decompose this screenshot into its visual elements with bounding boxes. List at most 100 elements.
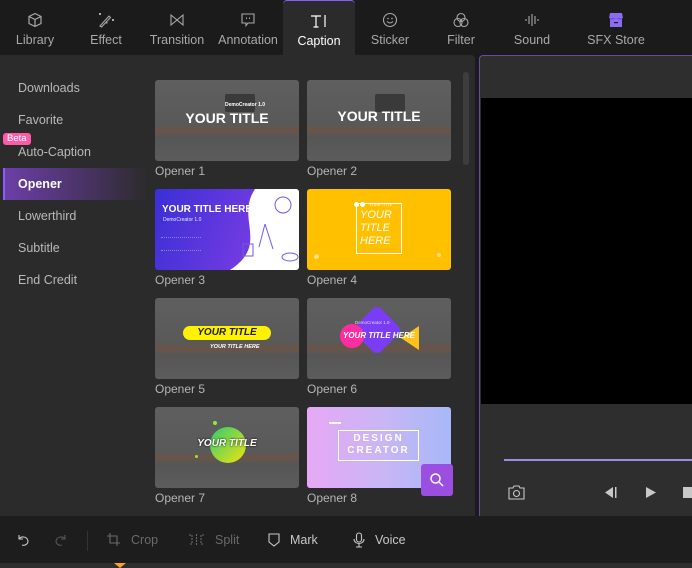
search-icon: [429, 472, 445, 488]
template-card[interactable]: YOUR TITLE YOUR TITLE HERE Opener 4: [307, 189, 451, 287]
template-title: YOUR TITLE HERE: [360, 209, 392, 247]
template-title: YOUR TITLE: [337, 108, 421, 124]
text-cursor-icon: [308, 12, 330, 30]
template-thumbnail: DemoCreator 1.0 YOUR TITLE HERE: [307, 298, 451, 379]
preview-screen: [481, 98, 692, 404]
template-card[interactable]: DemoCreator 1.0 YOUR TITLE Opener 1: [155, 80, 299, 178]
template-title: YOUR TITLE: [197, 438, 257, 449]
template-card[interactable]: YOUR TITLE HERE DemoCreator 1.0 Opener 3: [155, 189, 299, 287]
tab-label: Caption: [297, 34, 341, 48]
mark-button[interactable]: Mark: [268, 516, 318, 563]
undo-icon: [16, 533, 30, 547]
template-name: Opener 4: [307, 273, 358, 287]
category-label: Favorite: [18, 113, 64, 127]
template-subtitle: YOUR TITLE HERE: [210, 344, 260, 350]
stop-icon[interactable]: [683, 487, 692, 498]
waveform-icon: [521, 11, 543, 29]
smiley-icon: [379, 11, 401, 29]
tab-label: Transition: [149, 33, 205, 47]
template-card[interactable]: YOUR TITLE Opener 2: [307, 80, 451, 178]
crop-button[interactable]: Crop: [106, 516, 158, 563]
snapshot-icon[interactable]: [508, 485, 525, 500]
tab-sticker[interactable]: Sticker: [366, 0, 414, 55]
preview-search-button[interactable]: [421, 464, 453, 496]
crop-label: Crop: [131, 532, 159, 547]
tab-sfx-store[interactable]: SFX Store: [586, 0, 646, 55]
category-label: Auto-Caption: [18, 145, 91, 159]
template-card[interactable]: DemoCreator 1.0 YOUR TITLE HERE Opener 6: [307, 298, 451, 396]
magic-wand-icon: [95, 11, 117, 29]
template-card[interactable]: YOUR TITLE YOUR TITLE HERE Opener 5: [155, 298, 299, 396]
template-name: Opener 6: [307, 382, 358, 396]
split-button[interactable]: Split: [188, 516, 239, 563]
template-thumbnail: YOUR TITLE HERE DemoCreator 1.0: [155, 189, 299, 270]
template-title: YOUR TITLE HERE: [162, 204, 253, 215]
template-title: YOUR TITLE: [197, 327, 257, 338]
timeline-strip: [0, 563, 692, 568]
category-label: End Credit: [18, 273, 78, 287]
redo-icon: [54, 533, 68, 547]
template-name: Opener 3: [155, 273, 206, 287]
crop-icon: [106, 532, 121, 547]
tab-transition[interactable]: Transition: [148, 0, 206, 55]
store-icon: [605, 11, 627, 29]
tab-label: Effect: [90, 33, 122, 47]
category-end-credit[interactable]: End Credit: [3, 264, 148, 296]
timeline-playhead[interactable]: [114, 563, 126, 568]
edit-toolbar: Crop Split Mark Voice: [0, 516, 692, 563]
template-name: Opener 1: [155, 164, 206, 178]
mark-label: Mark: [290, 532, 318, 547]
split-label: Split: [215, 532, 240, 547]
caption-library-panel: Downloads Favorite Auto-Caption Beta Ope…: [0, 55, 475, 516]
tab-sound[interactable]: Sound: [510, 0, 554, 55]
template-card[interactable]: YOUR TITLE Opener 7: [155, 407, 299, 505]
template-subtitle: DemoCreator 1.0: [225, 102, 266, 108]
template-thumbnail: YOUR TITLE: [307, 80, 451, 161]
category-opener[interactable]: Opener: [3, 168, 148, 200]
tab-effect[interactable]: Effect: [84, 0, 128, 55]
template-subtitle: DemoCreator 1.0: [163, 217, 202, 223]
template-subtitle: YOUR TITLE: [369, 202, 393, 207]
category-downloads[interactable]: Downloads: [3, 72, 148, 104]
template-thumbnail: DemoCreator 1.0 YOUR TITLE: [155, 80, 299, 161]
voice-button[interactable]: Voice: [353, 516, 406, 563]
mark-icon: [268, 532, 280, 547]
template-subtitle: DemoCreator 1.0: [355, 320, 390, 325]
tab-caption[interactable]: Caption: [283, 0, 355, 55]
tab-filter[interactable]: Filter: [441, 0, 481, 55]
template-thumbnail: YOUR TITLE YOUR TITLE HERE: [307, 189, 451, 270]
template-title: YOUR TITLE: [185, 110, 269, 126]
tab-library[interactable]: Library: [10, 0, 60, 55]
tab-label: Library: [15, 33, 55, 47]
tab-label: Annotation: [218, 33, 278, 47]
voice-label: Voice: [375, 532, 406, 547]
template-title-line1: DESIGN: [353, 433, 404, 444]
template-thumbnail: YOUR TITLE: [155, 407, 299, 488]
toolbar-divider: [87, 531, 88, 551]
template-name: Opener 5: [155, 382, 206, 396]
bowtie-icon: [166, 11, 188, 29]
cube-icon: [24, 11, 46, 29]
template-thumbnail: YOUR TITLE YOUR TITLE HERE: [155, 298, 299, 379]
tab-label: Filter: [447, 33, 475, 47]
template-grid: DemoCreator 1.0 YOUR TITLE Opener 1 YOUR…: [155, 55, 455, 516]
category-lowerthird[interactable]: Lowerthird: [3, 200, 148, 232]
template-scrollbar[interactable]: [463, 72, 469, 165]
template-name: Opener 7: [155, 491, 206, 505]
top-tab-bar: Library Effect Transition Annotation Cap…: [0, 0, 692, 55]
category-label: Downloads: [18, 81, 80, 95]
category-subtitle[interactable]: Subtitle: [3, 232, 148, 264]
previous-frame-icon[interactable]: [603, 486, 617, 499]
redo-button[interactable]: [54, 516, 68, 563]
undo-button[interactable]: [16, 516, 30, 563]
tab-label: Sticker: [370, 33, 410, 47]
tab-label: SFX Store: [587, 33, 645, 47]
tab-annotation[interactable]: Annotation: [216, 0, 280, 55]
category-label: Lowerthird: [18, 209, 77, 223]
play-icon[interactable]: [645, 486, 657, 499]
category-favorite[interactable]: Favorite: [3, 104, 148, 136]
template-title: YOUR TITLE HERE: [342, 331, 415, 340]
preview-progress-bar[interactable]: [504, 459, 692, 461]
beta-badge: Beta: [3, 133, 31, 145]
preview-panel: [479, 55, 692, 516]
